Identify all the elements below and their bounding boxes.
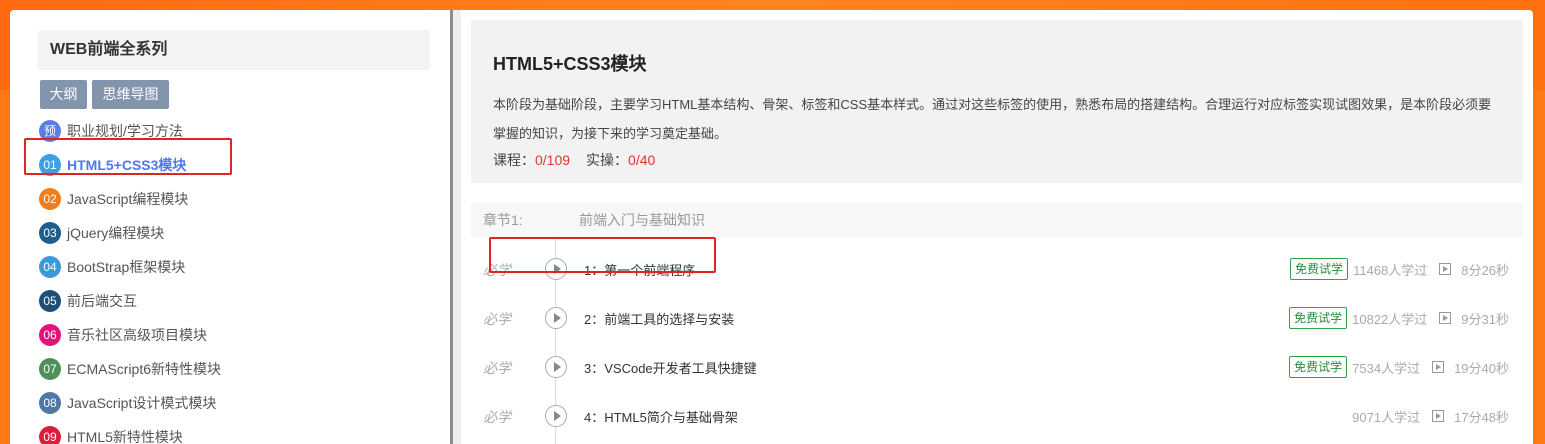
play-icon[interactable] (545, 405, 567, 427)
module-item[interactable]: 04 BootStrap框架模块 (38, 250, 438, 284)
lesson-title[interactable]: 4：HTML5简介与基础骨架 (584, 407, 738, 426)
lesson-duration: 9分31秒 (1461, 311, 1509, 327)
learner-count: 11468人学过 (1353, 262, 1428, 278)
module-label: HTML5新特性模块 (67, 429, 183, 444)
module-number-badge: 02 (39, 188, 61, 210)
free-trial-badge[interactable]: 免费试学 (1290, 258, 1349, 280)
module-title: HTML5+CSS3模块 (493, 54, 647, 74)
sidebar-divider-shade (453, 10, 461, 444)
module-number-badge: 04 (39, 256, 61, 278)
video-icon (1439, 312, 1452, 324)
lesson-meta: 免费试学 7534人学过 19分40秒 (1289, 356, 1509, 378)
video-icon (1432, 410, 1445, 422)
module-item[interactable]: 03 jQuery编程模块 (38, 216, 438, 250)
sidebar-title: WEB前端全系列 (38, 30, 430, 70)
learner-count: 10822人学过 (1352, 311, 1428, 327)
module-label: ECMAScript6新特性模块 (67, 361, 222, 377)
lesson-row[interactable]: 必学 1：第一个前端程序 免费试学 11468人学过 8分26秒 (471, 245, 1523, 294)
main-content: HTML5+CSS3模块 本阶段为基础阶段，主要学习HTML基本结构、骨架、标签… (461, 10, 1533, 444)
lesson-meta: 9071人学过 17分48秒 (1352, 405, 1509, 427)
module-item[interactable]: 06 音乐社区高级项目模块 (38, 318, 438, 352)
module-label: 音乐社区高级项目模块 (67, 327, 207, 343)
module-list: 预职业规划/学习方法 01 HTML5+CSS3模块 02 JavaScript编程模块… (38, 114, 438, 444)
free-trial-badge[interactable]: 免费试学 (1289, 307, 1348, 329)
free-trial-badge[interactable]: 免费试学 (1289, 356, 1348, 378)
module-number-badge: 03 (39, 222, 61, 244)
lesson-duration: 19分40秒 (1454, 360, 1509, 376)
module-number-badge: 08 (39, 392, 61, 414)
learner-count: 9071人学过 (1352, 409, 1421, 425)
lesson-title[interactable]: 1：第一个前端程序 (584, 260, 695, 279)
course-progress-value: 0/109 (535, 152, 571, 168)
lesson-duration: 17分48秒 (1454, 409, 1509, 425)
chapter-name: 前端入门与基础知识 (579, 212, 705, 228)
lesson-duration: 8分26秒 (1461, 262, 1509, 278)
lesson-meta: 免费试学 11468人学过 8分26秒 (1290, 258, 1509, 280)
outline-button[interactable]: 大纲 (40, 80, 87, 109)
module-label: BootStrap框架模块 (67, 259, 186, 275)
module-number-badge: 01 (39, 154, 61, 176)
practice-progress-value: 0/40 (628, 152, 656, 168)
module-number-badge: 预 (39, 120, 61, 142)
video-icon (1439, 263, 1452, 275)
lesson-title[interactable]: 2：前端工具的选择与安装 (584, 309, 734, 328)
module-label: 前后端交互 (67, 293, 137, 309)
play-icon[interactable] (545, 307, 567, 329)
chapter-label: 章节1: (483, 212, 523, 228)
module-label: 职业规划/学习方法 (67, 123, 183, 139)
module-label: JavaScript设计模式模块 (67, 395, 217, 411)
module-description: 本阶段为基础阶段，主要学习HTML基本结构、骨架、标签和CSS基本样式。通过对这… (493, 97, 1492, 141)
module-number-badge: 05 (39, 290, 61, 312)
learner-count: 7534人学过 (1352, 360, 1421, 376)
lesson-row[interactable]: 必学 3：VSCode开发者工具快捷键 免费试学 7534人学过 19分40秒 (471, 343, 1523, 392)
module-number-badge: 07 (39, 358, 61, 380)
required-tag: 必学 (483, 262, 511, 278)
required-tag: 必学 (483, 360, 511, 376)
module-label: HTML5+CSS3模块 (67, 157, 187, 173)
required-tag: 必学 (483, 409, 511, 425)
module-label: jQuery编程模块 (67, 225, 165, 241)
practice-label: 实操： (586, 152, 629, 168)
module-progress: 课程：0/109 实操：0/40 (493, 150, 655, 170)
course-label: 课程： (493, 152, 535, 168)
module-item[interactable]: 02 JavaScript编程模块 (38, 182, 438, 216)
module-item[interactable]: 01 HTML5+CSS3模块 (38, 148, 438, 182)
sidebar: WEB前端全系列 大纲 思维导图 预职业规划/学习方法 01 HTML5+CSS3模… (10, 10, 450, 444)
lesson-row[interactable]: 必学 2：前端工具的选择与安装 免费试学 10822人学过 9分31秒 (471, 294, 1523, 343)
lesson-title[interactable]: 3：VSCode开发者工具快捷键 (584, 358, 757, 377)
chapter-header[interactable]: 章节1: 前端入门与基础知识 (471, 203, 1523, 237)
module-item[interactable]: 09 HTML5新特性模块 (38, 420, 438, 444)
module-item[interactable]: 08 JavaScript设计模式模块 (38, 386, 438, 420)
module-item[interactable]: 预职业规划/学习方法 (38, 114, 438, 148)
required-tag: 必学 (483, 311, 511, 327)
video-icon (1432, 361, 1445, 373)
module-label: JavaScript编程模块 (67, 191, 189, 207)
module-number-badge: 09 (39, 426, 61, 444)
module-item[interactable]: 05 前后端交互 (38, 284, 438, 318)
module-intro: HTML5+CSS3模块 本阶段为基础阶段，主要学习HTML基本结构、骨架、标签… (471, 20, 1523, 183)
lesson-row[interactable]: 必学 4：HTML5简介与基础骨架 9071人学过 17分48秒 (471, 392, 1523, 441)
lesson-meta: 免费试学 10822人学过 9分31秒 (1289, 307, 1509, 329)
module-number-badge: 06 (39, 324, 61, 346)
play-icon[interactable] (545, 258, 567, 280)
module-item[interactable]: 07 ECMAScript6新特性模块 (38, 352, 438, 386)
play-icon[interactable] (545, 356, 567, 378)
course-panel: WEB前端全系列 大纲 思维导图 预职业规划/学习方法 01 HTML5+CSS3模… (10, 10, 1533, 444)
mindmap-button[interactable]: 思维导图 (92, 80, 169, 109)
